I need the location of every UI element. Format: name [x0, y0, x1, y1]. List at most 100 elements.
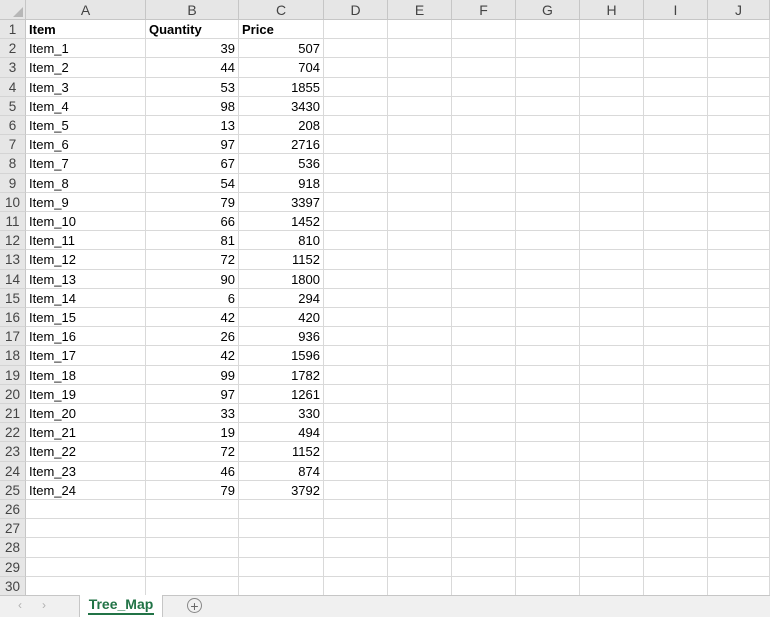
cell[interactable]: 874 — [239, 461, 324, 481]
cell[interactable] — [516, 327, 580, 347]
cell[interactable] — [708, 538, 770, 558]
cell[interactable] — [516, 39, 580, 59]
cell[interactable] — [388, 192, 452, 212]
cell[interactable]: 1596 — [239, 346, 324, 366]
cell[interactable]: Item_15 — [26, 308, 146, 328]
cell[interactable] — [580, 231, 644, 251]
cell[interactable] — [580, 538, 644, 558]
cell[interactable] — [324, 346, 388, 366]
cell[interactable]: 294 — [239, 288, 324, 308]
cell[interactable] — [580, 404, 644, 424]
cell[interactable] — [708, 461, 770, 481]
cell[interactable] — [580, 423, 644, 443]
cell[interactable] — [580, 327, 644, 347]
cell[interactable] — [708, 500, 770, 520]
cell[interactable]: Item_12 — [26, 250, 146, 270]
cell[interactable] — [516, 116, 580, 136]
cell[interactable] — [388, 365, 452, 385]
column-header-i[interactable]: I — [644, 0, 708, 20]
cell[interactable]: 507 — [239, 39, 324, 59]
cell[interactable]: Item_10 — [26, 212, 146, 232]
column-header-d[interactable]: D — [324, 0, 388, 20]
cell[interactable]: 13 — [146, 116, 239, 136]
cell[interactable] — [452, 500, 516, 520]
cell[interactable] — [708, 288, 770, 308]
row-header-30[interactable]: 30 — [0, 576, 26, 595]
cell[interactable] — [708, 173, 770, 193]
cell[interactable]: 810 — [239, 231, 324, 251]
cell[interactable]: 54 — [146, 173, 239, 193]
cell[interactable] — [26, 500, 146, 520]
cell[interactable] — [239, 557, 324, 577]
cell[interactable] — [324, 116, 388, 136]
cell[interactable] — [388, 308, 452, 328]
cell[interactable]: 26 — [146, 327, 239, 347]
cell[interactable] — [452, 20, 516, 40]
cell[interactable] — [708, 20, 770, 40]
cell[interactable]: 44 — [146, 58, 239, 78]
cell[interactable] — [388, 576, 452, 595]
cell[interactable] — [708, 519, 770, 539]
cell[interactable] — [708, 327, 770, 347]
cell[interactable] — [324, 212, 388, 232]
cell[interactable] — [580, 212, 644, 232]
cell[interactable]: 79 — [146, 192, 239, 212]
cell[interactable] — [452, 327, 516, 347]
cell[interactable] — [324, 154, 388, 174]
cell[interactable]: 3397 — [239, 192, 324, 212]
cell[interactable] — [324, 576, 388, 595]
cell[interactable] — [324, 365, 388, 385]
cell[interactable]: 704 — [239, 58, 324, 78]
row-header-19[interactable]: 19 — [0, 365, 26, 385]
cell[interactable] — [644, 308, 708, 328]
cell[interactable]: 2716 — [239, 135, 324, 155]
cell[interactable] — [708, 576, 770, 595]
cell[interactable] — [324, 39, 388, 59]
cell[interactable] — [239, 519, 324, 539]
sheet-tab-tree-map[interactable]: Tree_Map — [79, 595, 163, 617]
cell[interactable]: Item_14 — [26, 288, 146, 308]
cell[interactable]: 97 — [146, 384, 239, 404]
cell[interactable] — [516, 461, 580, 481]
cell[interactable] — [644, 173, 708, 193]
column-header-c[interactable]: C — [239, 0, 324, 20]
column-header-e[interactable]: E — [388, 0, 452, 20]
cell[interactable] — [324, 77, 388, 97]
cell[interactable] — [388, 423, 452, 443]
cell[interactable]: 1782 — [239, 365, 324, 385]
cell[interactable]: Item_24 — [26, 480, 146, 500]
cell[interactable]: Item_17 — [26, 346, 146, 366]
cell[interactable] — [324, 269, 388, 289]
cell[interactable] — [388, 404, 452, 424]
cell[interactable] — [239, 538, 324, 558]
row-header-3[interactable]: 3 — [0, 58, 26, 78]
cell[interactable] — [388, 116, 452, 136]
cell[interactable] — [324, 384, 388, 404]
cell[interactable] — [388, 154, 452, 174]
cell[interactable] — [644, 231, 708, 251]
cell[interactable]: Item_1 — [26, 39, 146, 59]
cell[interactable] — [516, 135, 580, 155]
row-header-22[interactable]: 22 — [0, 423, 26, 443]
cell[interactable] — [324, 557, 388, 577]
cell[interactable] — [580, 192, 644, 212]
cell[interactable]: Item_4 — [26, 96, 146, 116]
cell[interactable] — [580, 346, 644, 366]
cell[interactable] — [580, 384, 644, 404]
cell[interactable] — [644, 288, 708, 308]
row-header-1[interactable]: 1 — [0, 20, 26, 40]
cell[interactable] — [580, 269, 644, 289]
cell[interactable] — [388, 500, 452, 520]
scroll-tabs-left-icon[interactable]: ‹ — [18, 598, 22, 612]
cell[interactable] — [516, 308, 580, 328]
cell[interactable] — [516, 288, 580, 308]
cell[interactable] — [580, 20, 644, 40]
cell[interactable]: 33 — [146, 404, 239, 424]
cell[interactable] — [644, 154, 708, 174]
cell[interactable] — [388, 384, 452, 404]
cell[interactable]: 67 — [146, 154, 239, 174]
cell[interactable] — [580, 519, 644, 539]
spreadsheet-grid[interactable]: A B C D E F G H I J 1 Item Quantity Price 2 Item_1 39 507… — [0, 0, 770, 595]
row-header-18[interactable]: 18 — [0, 346, 26, 366]
cell[interactable] — [708, 308, 770, 328]
